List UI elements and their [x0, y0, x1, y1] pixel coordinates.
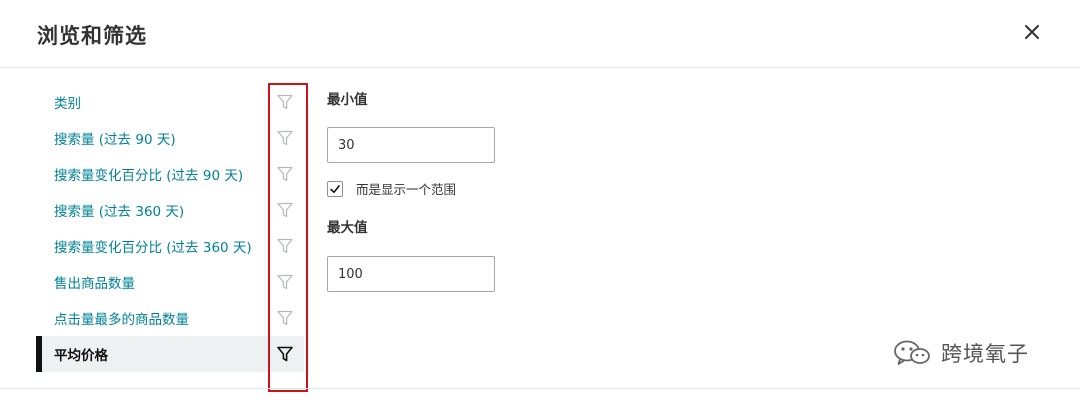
filter-item-label: 点击量最多的商品数量 [54, 312, 189, 328]
filter-item-average-price[interactable]: 平均价格 [36, 336, 304, 372]
filter-item-category[interactable]: 类别 [36, 84, 304, 120]
min-value-label: 最小值 [327, 92, 368, 108]
filter-item-label: 类别 [54, 96, 81, 112]
checkmark-icon [330, 184, 340, 193]
filter-item-label: 搜索量变化百分比 (过去 90 天) [54, 168, 244, 184]
filter-item-search-volume-360[interactable]: 搜索量 (过去 360 天) [36, 192, 304, 228]
dialog-title: 浏览和筛选 [37, 24, 147, 48]
max-value-label: 最大值 [327, 220, 368, 236]
filter-item-units-sold[interactable]: 售出商品数量 [36, 264, 304, 300]
close-icon [1025, 25, 1039, 39]
filter-item-label: 搜索量 (过去 90 天) [54, 132, 176, 148]
filter-item-search-change-90[interactable]: 搜索量变化百分比 (过去 90 天) [36, 156, 304, 192]
filter-item-label: 搜索量 (过去 360 天) [54, 204, 185, 220]
filter-item-label: 售出商品数量 [54, 276, 135, 292]
watermark: 跨境氧子 [893, 338, 1029, 368]
range-toggle[interactable]: 而是显示一个范围 [327, 179, 456, 198]
range-checkbox[interactable] [327, 180, 343, 197]
filter-item-search-change-360[interactable]: 搜索量变化百分比 (过去 360 天) [36, 228, 304, 264]
wechat-icon [894, 340, 930, 365]
min-value-input[interactable] [327, 127, 495, 163]
close-button[interactable] [1018, 18, 1046, 46]
watermark-text: 跨境氧子 [941, 342, 1029, 366]
filter-item-search-volume-90[interactable]: 搜索量 (过去 90 天) [36, 120, 304, 156]
range-checkbox-label: 而是显示一个范围 [356, 182, 457, 197]
filter-item-most-clicked[interactable]: 点击量最多的商品数量 [36, 300, 304, 336]
dialog-header: 浏览和筛选 [0, 0, 1080, 68]
highlight-box [268, 83, 308, 392]
filter-item-label: 平均价格 [54, 348, 108, 364]
max-value-input[interactable] [327, 256, 495, 292]
footer-divider [0, 388, 1080, 389]
filter-item-label: 搜索量变化百分比 (过去 360 天) [54, 240, 252, 256]
